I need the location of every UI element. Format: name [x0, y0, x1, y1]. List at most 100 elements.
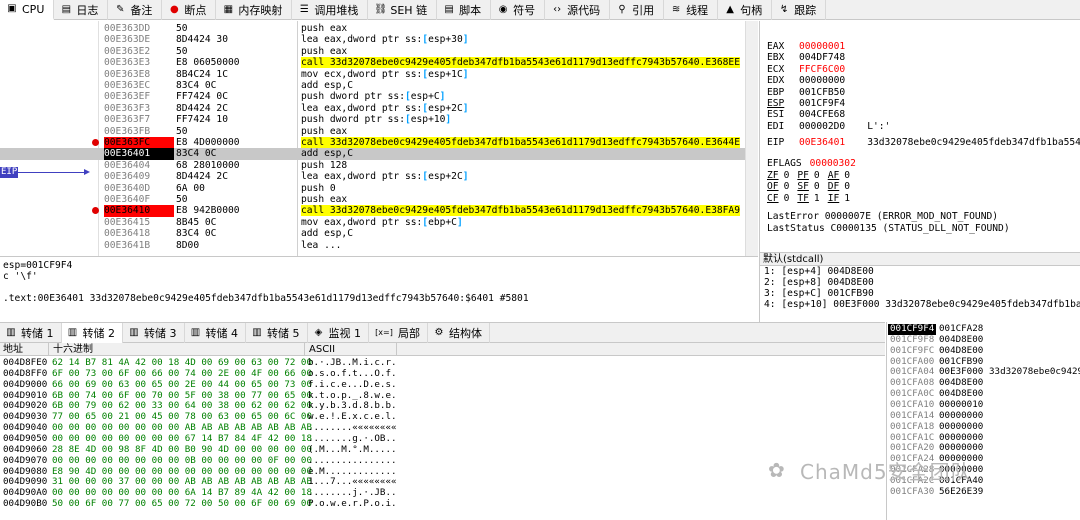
tab-12[interactable]: ▲ 句柄	[718, 0, 773, 20]
tab-5[interactable]: ☰ 调用堆栈	[292, 0, 369, 20]
stack-view[interactable]: 001CF9F4 001CFA28 001CF9F8 004D8E00 001CF9FC…	[886, 322, 1080, 520]
disasm-row[interactable]: 00E3641B 8D00 lea ...	[0, 240, 745, 251]
tab-8[interactable]: ◉ 符号	[491, 0, 546, 20]
flag-value[interactable]: 0	[784, 193, 790, 204]
register-value[interactable]: 004DF748	[799, 52, 845, 63]
dump-tab-5[interactable]: ◈ 监视 1	[308, 323, 369, 343]
disasm-row[interactable]: 00E36418 83C4 0C add esp,C	[0, 228, 745, 239]
tab-1[interactable]: ▤ 日志	[54, 0, 109, 20]
dump-tab-0[interactable]: ▥ 转储 1	[0, 323, 62, 343]
dump-tab-6[interactable]: [x=] 局部	[369, 323, 428, 343]
register-esi[interactable]: ESI 004CFE68	[767, 109, 845, 120]
register-value[interactable]: 00E36401	[799, 137, 845, 148]
tab-13[interactable]: ↯ 跟踪	[772, 0, 827, 20]
tab-2[interactable]: ✎ 备注	[108, 0, 163, 20]
flag-value[interactable]: 0	[844, 170, 850, 181]
disasm-row[interactable]: 00E363DE 8D4424 30 lea eax,dword ptr ss:[e…	[0, 34, 745, 45]
disasm-row[interactable]: 00E363F3 8D4424 2C lea eax,dword ptr ss:[e…	[0, 103, 745, 114]
register-value[interactable]: 001CFB50	[799, 87, 845, 98]
breakpoint-icon[interactable]	[92, 207, 99, 215]
register-eax[interactable]: EAX 00000001	[767, 41, 845, 52]
eflags-value[interactable]: 00000302	[810, 158, 856, 169]
tab-3[interactable]: ● 断点	[162, 0, 217, 20]
dump-hex[interactable]: 00 00 00 00 00 00 00 00 0B 00 00 00 00 0…	[52, 455, 312, 467]
stack-value[interactable]: 56E26E39	[939, 486, 983, 498]
dump-hex[interactable]: 6F 00 73 00 6F 00 66 00 74 00 2E 00 4F 0…	[52, 368, 312, 380]
register-edx[interactable]: EDX 00000000	[767, 75, 845, 86]
register-ecx[interactable]: ECX FFCF6C00	[767, 64, 845, 75]
disasm-row[interactable]: 00E363F7 FF7424 10 push dword ptr ss:[esp+…	[0, 114, 745, 125]
eflags[interactable]: EFLAGS 00000302	[767, 158, 856, 169]
stack-row[interactable]: 001CFA14 00000000	[887, 410, 1080, 422]
hex-dump-view[interactable]: 地址 十六进制 ASCII 004D8FE0 62 14 B7 81 4A 42 …	[0, 343, 885, 520]
stack-row[interactable]: 001CFA18 00000000	[887, 421, 1080, 433]
flag-value[interactable]: 0	[814, 181, 820, 192]
stack-row[interactable]: 001CF9FC 004D8E00	[887, 345, 1080, 357]
flag-value[interactable]: 0	[784, 170, 790, 181]
flag-value[interactable]: 1	[814, 193, 820, 204]
register-value[interactable]: 00000000	[799, 75, 845, 86]
register-eip[interactable]: EIP 00E36401 33d32078ebe0c9429e405fdeb347d…	[767, 137, 1080, 148]
flag-value[interactable]: 0	[814, 170, 820, 181]
disasm-row[interactable]: 00E36415 8B45 0C mov eax,dword ptr ss:[ebp…	[0, 217, 745, 228]
register-ebp[interactable]: EBP 001CFB50	[767, 87, 845, 98]
call-arg[interactable]: 2: [esp+8] 004D8E00	[760, 277, 1080, 288]
flag-value[interactable]: 0	[784, 181, 790, 192]
disasm-row[interactable]: 00E363E3 E8 06050000 call 33d32078ebe0c942…	[0, 57, 745, 69]
tab-7[interactable]: ▤ 脚本	[437, 0, 492, 20]
disasm-row[interactable]: 00E3640D 6A 00 push 0	[0, 183, 745, 194]
dump-hex[interactable]: 50 00 6F 00 77 00 65 00 72 00 50 00 6F 0…	[52, 498, 312, 510]
dump-ascii[interactable]: (.M...M.°.M.....	[308, 444, 397, 456]
dump-tab-2[interactable]: ▥ 转储 3	[123, 323, 185, 343]
dump-hex[interactable]: 28 8E 4D 00 98 8F 4D 00 B0 90 4D 00 00 0…	[52, 444, 312, 456]
breakpoint-icon[interactable]	[92, 139, 99, 146]
tab-4[interactable]: ▦ 内存映射	[216, 0, 293, 20]
register-value[interactable]: 000002D0	[799, 121, 845, 132]
register-value[interactable]: 001CF9F4	[799, 98, 845, 109]
disasm-row[interactable]: 00E3640F 50 push eax	[0, 194, 745, 205]
dump-hex[interactable]: 66 00 69 00 63 00 65 00 2E 00 44 00 65 0…	[52, 379, 312, 391]
disassembly-view[interactable]: EIP 00E363DD 50 push eax 00E363DE 8D4424 30 l…	[0, 21, 758, 256]
disasm-row[interactable]: 00E363E8 8B4C24 1C mov ecx,dword ptr ss:[e…	[0, 69, 745, 80]
register-value[interactable]: 004CFE68	[799, 109, 845, 120]
tab-0[interactable]: ▣ CPU	[0, 0, 55, 20]
dump-tab-1[interactable]: ▥ 转储 2	[61, 323, 123, 343]
tab-6[interactable]: ⛓ SEH 链	[368, 0, 438, 20]
calling-convention-selector[interactable]: 默认(stdcall)	[760, 253, 1080, 266]
disasm-row[interactable]: 00E363EF FF7424 0C push dword ptr ss:[esp+…	[0, 91, 745, 102]
call-arg[interactable]: 1: [esp+4] 004D8E00	[760, 266, 1080, 277]
registers-panel[interactable]: EAX 00000001 EBX 004DF748 ECX FFCF6C00 EDX 0000…	[759, 21, 1080, 253]
disasm-row[interactable]: 00E36409 8D4424 2C lea eax,dword ptr ss:[e…	[0, 171, 745, 182]
stack-value[interactable]: 00000000	[939, 410, 983, 422]
stack-value[interactable]: 004D8E00	[939, 345, 983, 357]
disasm-row[interactable]: 00E36410 E8 942B0000 call 33d32078ebe0c942…	[0, 205, 745, 217]
tab-9[interactable]: ‹› 源代码	[545, 0, 611, 20]
dump-tab-3[interactable]: ▥ 转储 4	[185, 323, 246, 343]
dump-ascii[interactable]: P.o.w.e.r.P.o.i.	[308, 498, 397, 510]
disasm-row[interactable]: 00E36404 68 28010000 push 128	[0, 160, 745, 171]
call-arg[interactable]: 3: [esp+C] 001CFB90	[760, 288, 1080, 299]
disasm-row[interactable]: 00E363FB 50 push eax	[0, 126, 745, 137]
disasm-scrollbar[interactable]	[745, 21, 758, 256]
stack-value[interactable]: 00000000	[939, 421, 983, 433]
register-esp[interactable]: ESP 001CF9F4	[767, 98, 845, 109]
register-value[interactable]: 00000001	[799, 41, 845, 52]
disasm-row[interactable]: 00E363E2 50 push eax	[0, 46, 745, 57]
dump-ascii[interactable]: o.s.o.f.t...O.f.	[308, 368, 397, 380]
tab-11[interactable]: ≋ 线程	[664, 0, 719, 20]
register-edi[interactable]: EDI 000002D0 L':'	[767, 121, 890, 132]
register-value[interactable]: FFCF6C00	[799, 64, 845, 75]
disasm-row[interactable]: 00E363DD 50 push eax	[0, 23, 745, 34]
disasm-row[interactable]: 00E363FC E8 4D000000 call 33d32078ebe0c942…	[0, 137, 745, 149]
dump-tab-7[interactable]: ⚙ 结构体	[428, 323, 490, 343]
stack-row[interactable]: 001CFA30 56E26E39	[887, 486, 1080, 498]
dump-tab-4[interactable]: ▥ 转储 5	[246, 323, 308, 343]
flag-value[interactable]: 0	[844, 181, 850, 192]
flags-row[interactable]: CF 0 TF 1 IF 1	[767, 193, 858, 204]
flags-row[interactable]: OF 0 SF 0 DF 0	[767, 181, 858, 192]
disasm-row[interactable]: 00E36401 83C4 0C add esp,C	[0, 148, 745, 160]
dump-ascii[interactable]: f.i.c.e...D.e.s.	[308, 379, 397, 391]
flag-value[interactable]: 1	[844, 193, 850, 204]
register-ebx[interactable]: EBX 004DF748	[767, 52, 845, 63]
dump-ascii[interactable]: ................	[308, 455, 397, 467]
